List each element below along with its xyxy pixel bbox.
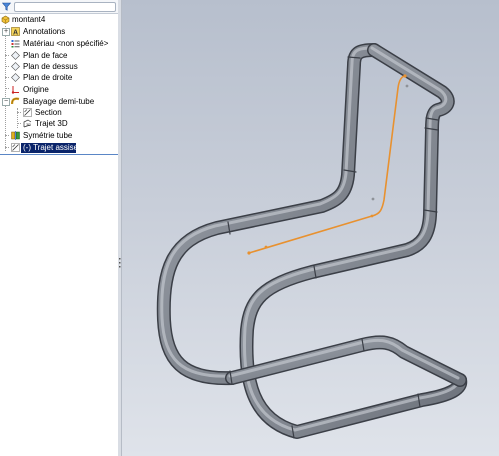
tree-item-top-plane[interactable]: Plan de dessus [9, 61, 118, 72]
path-point[interactable] [264, 245, 268, 249]
filter-icon[interactable] [2, 2, 11, 11]
origin-icon [11, 86, 19, 94]
tree-item-sweep[interactable]: Balayage demi-tube [9, 96, 118, 107]
path-endpoint[interactable] [247, 251, 251, 255]
tree-item-seat-path[interactable]: (-) Trajet assise [9, 142, 118, 153]
tree-item-label: Symétrie tube [23, 131, 73, 140]
tree-item-label: Plan de dessus [23, 62, 78, 71]
tube-frame[interactable] [156, 43, 468, 439]
construction-point[interactable] [405, 84, 409, 88]
tree-item-origin[interactable]: Origine [9, 84, 118, 95]
seat-path-sketch[interactable] [247, 74, 409, 255]
rollback-bar[interactable] [0, 154, 118, 155]
graphics-area[interactable] [122, 0, 499, 456]
tree-item-label: Balayage demi-tube [23, 97, 95, 106]
tree-item-label: Matériau <non spécifié> [23, 39, 109, 48]
filter-bar [0, 0, 118, 14]
svg-text:A: A [13, 30, 18, 37]
filter-input[interactable] [14, 2, 116, 12]
mirror-icon [11, 131, 20, 140]
feature-manager-tree: montant4 + A Annotations Matériau <non s… [0, 0, 119, 456]
3d-sketch-icon: 3D [23, 119, 31, 128]
sketch-icon [11, 143, 20, 152]
plane-icon [11, 62, 20, 71]
tree-item-right-plane[interactable]: Plan de droite [9, 72, 118, 83]
sketch-icon [23, 108, 32, 117]
part-icon [1, 15, 10, 24]
path-endpoint[interactable] [403, 74, 407, 78]
path-point[interactable] [370, 214, 374, 218]
tree-item-label: Plan de droite [23, 73, 73, 82]
material-icon [11, 40, 20, 48]
tree-item-part[interactable]: montant4 [0, 14, 118, 25]
svg-text:3D: 3D [26, 122, 31, 127]
tree-item-label: Plan de face [23, 51, 68, 60]
tree-item-label: Origine [23, 85, 49, 94]
chair-model[interactable] [122, 0, 499, 456]
sweep-icon [11, 97, 20, 105]
annotations-icon: A [11, 27, 20, 36]
tree-item-section[interactable]: Section [21, 107, 118, 118]
tree-item-label: (-) Trajet assise [23, 143, 79, 152]
tree-item-label: Trajet 3D [35, 119, 68, 128]
tree-item-annotations[interactable]: A Annotations [9, 26, 118, 37]
tree-item-label: Annotations [23, 27, 66, 36]
plane-icon [11, 51, 20, 60]
tree-item-3d-path[interactable]: 3D Trajet 3D [21, 118, 118, 129]
tree-guide [17, 108, 18, 128]
construction-point[interactable] [371, 197, 375, 201]
tree-item-label: Section [35, 108, 62, 117]
tree-item-material[interactable]: Matériau <non spécifié> [9, 38, 118, 49]
part-name: montant4 [12, 15, 46, 24]
plane-icon [11, 73, 20, 82]
tree-item-front-plane[interactable]: Plan de face [9, 50, 118, 61]
tree-item-mirror[interactable]: Symétrie tube [9, 130, 118, 141]
